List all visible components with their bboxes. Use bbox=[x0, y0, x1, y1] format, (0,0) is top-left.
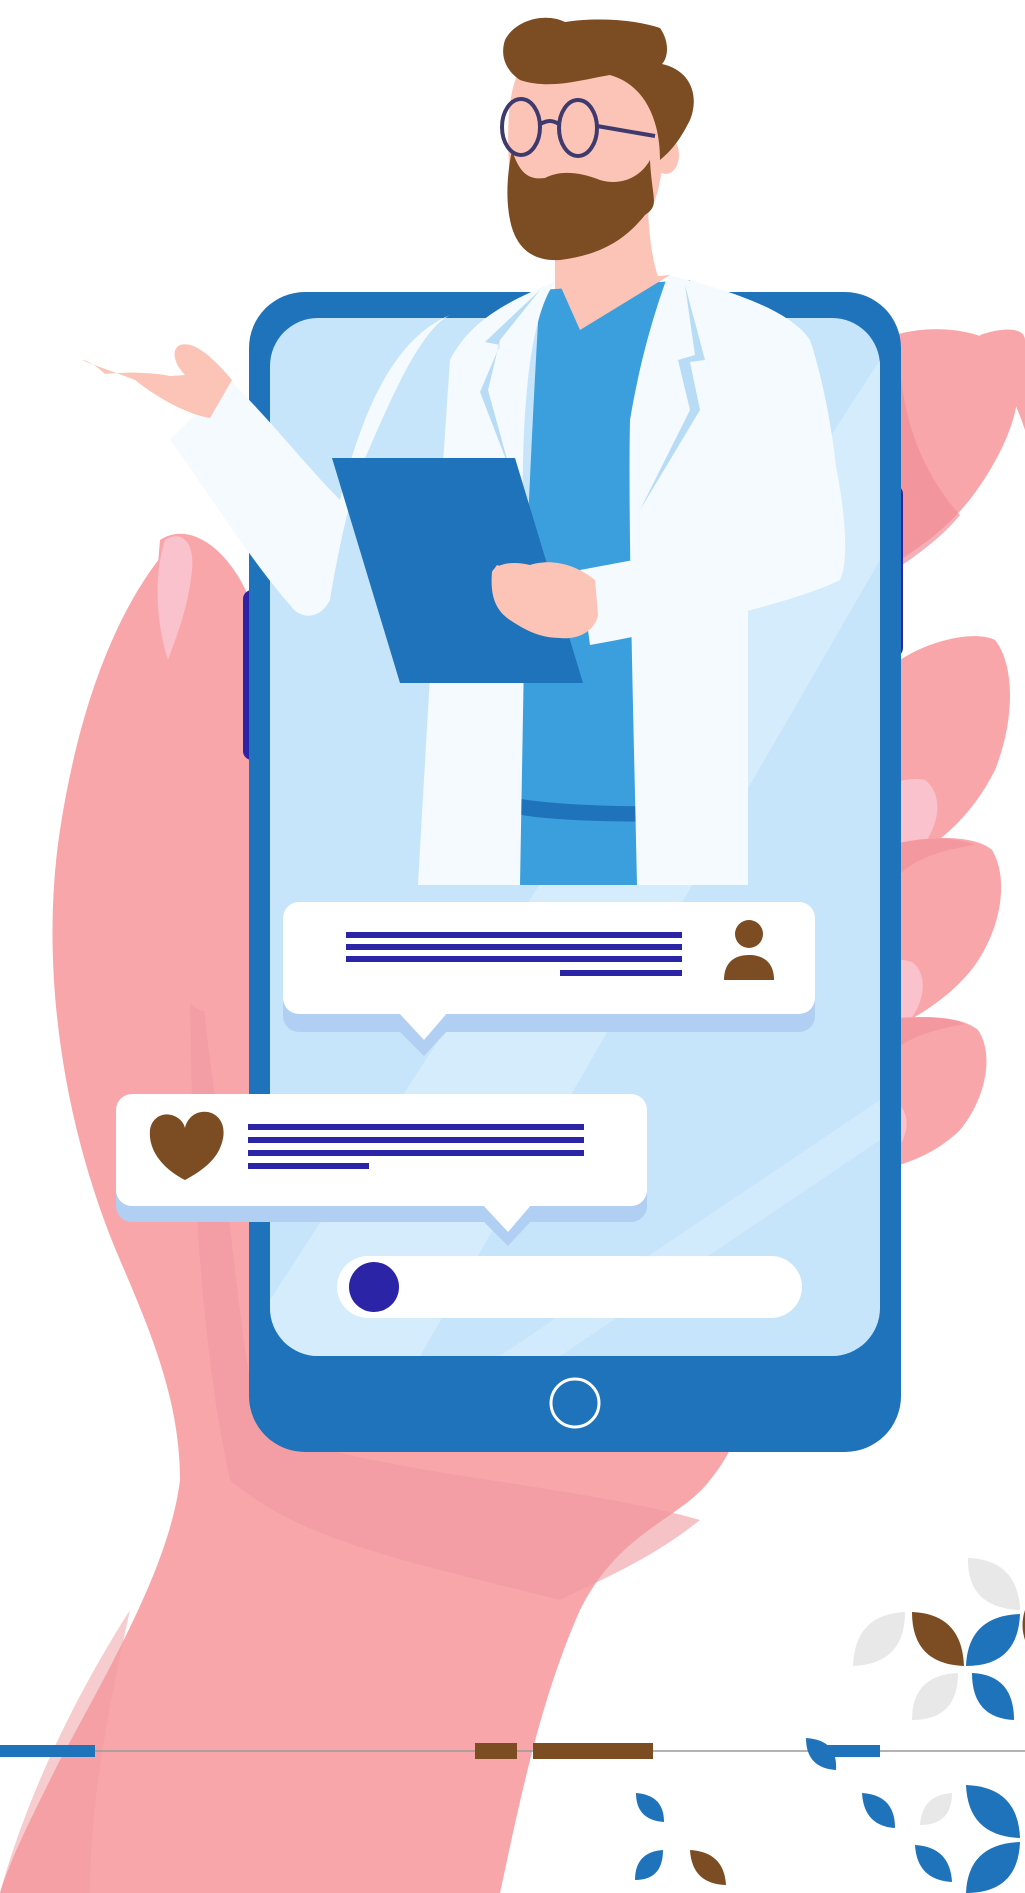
message-input-bar[interactable] bbox=[337, 1256, 802, 1318]
message-input-field[interactable] bbox=[337, 1256, 802, 1318]
record-dot-icon[interactable] bbox=[349, 1262, 399, 1312]
telemedicine-illustration bbox=[0, 17, 1025, 1893]
decorative-petals bbox=[635, 1558, 1025, 1893]
doctor-hand-left bbox=[82, 344, 232, 418]
